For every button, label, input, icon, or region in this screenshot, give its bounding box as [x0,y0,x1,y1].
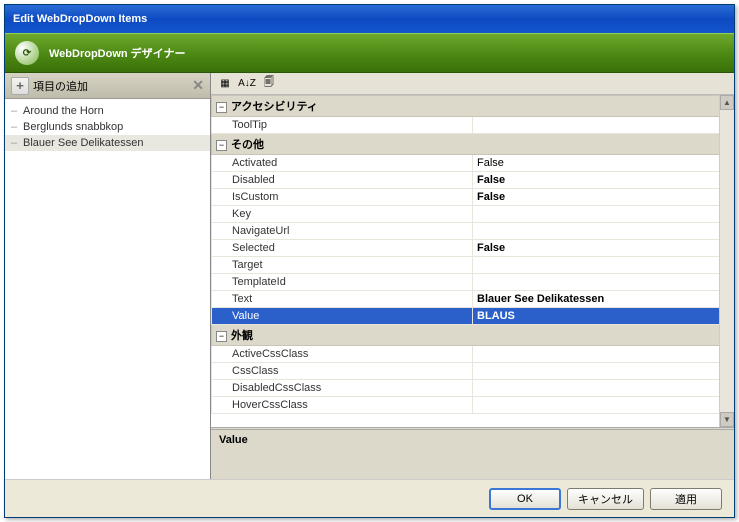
property-row[interactable]: ValueBLAUS [212,308,734,325]
property-name: IsCustom [212,189,473,206]
description-title: Value [219,434,726,446]
designer-icon: ⟳ [15,41,39,65]
property-name: DisabledCssClass [212,380,473,397]
property-value[interactable] [473,346,734,363]
designer-label: WebDropDown デザイナー [49,45,185,61]
category-row[interactable]: −外観 [212,325,734,346]
property-row[interactable]: DisabledFalse [212,172,734,189]
property-grid[interactable]: −アクセシビリティToolTip−その他ActivatedFalseDisabl… [211,95,734,414]
category-row[interactable]: −その他 [212,134,734,155]
property-name: Value [212,308,473,325]
add-item-bar: + 項目の追加 ✕ [5,73,210,99]
property-row[interactable]: TemplateId [212,274,734,291]
category-row[interactable]: −アクセシビリティ [212,96,734,117]
property-name: HoverCssClass [212,397,473,414]
property-name: Selected [212,240,473,257]
property-value[interactable] [473,117,734,134]
designer-bar: ⟳ WebDropDown デザイナー [5,33,734,73]
apply-button[interactable]: 適用 [650,488,722,510]
property-value[interactable] [473,380,734,397]
property-row[interactable]: Target [212,257,734,274]
property-value[interactable]: False [473,189,734,206]
scroll-up-icon[interactable]: ▲ [720,95,734,110]
property-name: Target [212,257,473,274]
categorized-icon[interactable]: ▦ [215,75,235,93]
property-value[interactable]: Blauer See Delikatessen [473,291,734,308]
scroll-down-icon[interactable]: ▼ [720,412,734,427]
property-row[interactable]: ActiveCssClass [212,346,734,363]
cancel-button[interactable]: キャンセル [567,488,644,510]
property-value[interactable]: BLAUS [473,308,734,325]
collapse-icon[interactable]: − [216,331,227,342]
property-row[interactable]: DisabledCssClass [212,380,734,397]
property-value[interactable]: False [473,155,734,172]
items-tree[interactable]: Around the HornBerglunds snabbkopBlauer … [5,99,210,479]
tree-item[interactable]: Blauer See Delikatessen [5,135,210,151]
collapse-icon[interactable]: − [216,140,227,151]
property-value[interactable]: False [473,240,734,257]
property-grid-wrap: −アクセシビリティToolTip−その他ActivatedFalseDisabl… [211,95,734,427]
property-name: ActiveCssClass [212,346,473,363]
property-name: CssClass [212,363,473,380]
property-row[interactable]: HoverCssClass [212,397,734,414]
property-row[interactable]: TextBlauer See Delikatessen [212,291,734,308]
title-bar: Edit WebDropDown Items [5,5,734,33]
window-title: Edit WebDropDown Items [13,13,147,25]
description-pane: Value [211,427,734,479]
ok-button[interactable]: OK [489,488,561,510]
property-row[interactable]: IsCustomFalse [212,189,734,206]
property-name: Disabled [212,172,473,189]
items-panel: + 項目の追加 ✕ Around the HornBerglunds snabb… [5,73,211,479]
property-value[interactable] [473,363,734,380]
tree-item[interactable]: Berglunds snabbkop [5,119,210,135]
property-value[interactable] [473,257,734,274]
add-item-label: 項目の追加 [33,78,88,94]
property-row[interactable]: ActivatedFalse [212,155,734,172]
vertical-scrollbar[interactable]: ▲ ▼ [719,95,734,427]
tree-item[interactable]: Around the Horn [5,103,210,119]
property-name: Activated [212,155,473,172]
property-panel: ▦ A↓Z 🗐 −アクセシビリティToolTip−その他ActivatedFal… [211,73,734,479]
dialog-body: + 項目の追加 ✕ Around the HornBerglunds snabb… [5,73,734,479]
alphabetical-icon[interactable]: A↓Z [237,75,257,93]
property-row[interactable]: Key [212,206,734,223]
property-name: Text [212,291,473,308]
property-value[interactable] [473,206,734,223]
dialog-button-bar: OK キャンセル 適用 [5,479,734,517]
property-toolbar: ▦ A↓Z 🗐 [211,73,734,95]
property-name: TemplateId [212,274,473,291]
property-value[interactable] [473,397,734,414]
property-row[interactable]: NavigateUrl [212,223,734,240]
property-row[interactable]: CssClass [212,363,734,380]
close-icon[interactable]: ✕ [192,77,204,94]
property-value[interactable] [473,223,734,240]
property-row[interactable]: SelectedFalse [212,240,734,257]
property-row[interactable]: ToolTip [212,117,734,134]
property-name: Key [212,206,473,223]
property-pages-icon[interactable]: 🗐 [259,75,279,93]
property-value[interactable]: False [473,172,734,189]
property-value[interactable] [473,274,734,291]
property-name: ToolTip [212,117,473,134]
collapse-icon[interactable]: − [216,102,227,113]
property-name: NavigateUrl [212,223,473,240]
add-item-icon[interactable]: + [11,77,29,95]
dialog-window: Edit WebDropDown Items ⟳ WebDropDown デザイ… [4,4,735,518]
